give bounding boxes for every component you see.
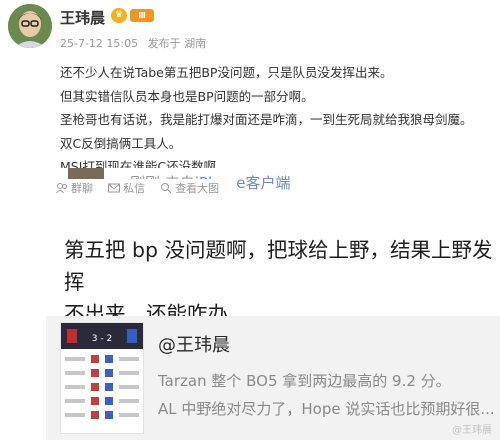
post-line: 圣枪哥也有话说，我是能打爆对面还是咋滴，一到生死局就给我狼母剑魔。 [60, 112, 473, 127]
quoted-thumbnail: 3 - 2 [60, 322, 144, 434]
post-line: 还不少人在说Tabe第五把BP没问题，只是队员没发挥出来。 [60, 65, 393, 80]
post-timestamp: 25-7-12 15:05 [60, 37, 139, 50]
post-location: 发布于 湖南 [147, 37, 207, 50]
watermark: @王玮晨 [452, 425, 492, 436]
magnify-icon [161, 183, 172, 194]
vip-crown-icon: ♛ [111, 8, 127, 23]
avatar[interactable] [8, 4, 52, 48]
group-chat-icon [56, 183, 67, 194]
dm-button[interactable]: 私信 [108, 180, 145, 196]
post-body: 还不少人在说Tabe第五把BP没问题，只是队员没发挥出来。 但其实错信队员本身也… [60, 64, 490, 182]
thumbnail-score: 3 - 2 [92, 334, 112, 344]
quoted-line: AL 中野绝对尽力了，Hope 说实话也比预期好很... [158, 400, 495, 418]
screenshot-text-line: 第五把 bp 没问题啊，把球给上野，结果上野发挥 [64, 238, 493, 294]
view-large-image-label: 查看大图 [175, 182, 220, 195]
level-badge-icon: Ⅲ [130, 9, 154, 22]
post-line: 双C反倒搞俩工具人。 [60, 135, 182, 151]
group-chat-label: 群聊 [71, 182, 93, 195]
embedded-screenshot[interactable]: 刚刚 来自iPhone客户端 第五把 bp 没问题啊，把球给上野，结果上野发挥 … [28, 168, 500, 440]
dm-label: 私信 [123, 182, 146, 195]
quoted-line: Tarzan 整个 BO5 拿到两边最高的 9.2 分。 [158, 372, 451, 390]
quoted-author[interactable]: @王玮晨 [158, 331, 230, 357]
quoted-post[interactable]: 3 - 2 @王玮晨 Tarzan 整个 BO5 拿到两边最高的 9.2 分。 … [46, 316, 500, 440]
mail-icon [108, 183, 121, 193]
author-name[interactable]: 王玮晨 [60, 7, 105, 28]
post-meta: 25-7-12 15:05 发布于 湖南 [60, 35, 212, 51]
view-large-image-button[interactable]: 查看大图 [160, 180, 219, 196]
post-action-bar: 群聊 私信 查看大图 [56, 179, 238, 201]
group-chat-button[interactable]: 群聊 [56, 180, 93, 196]
weibo-post: 王玮晨 ♛ Ⅲ 25-7-12 15:05 发布于 湖南 还不少人在说Tabe第… [0, 0, 500, 175]
post-line: 但其实错信队员本身也是BP问题的一部分啊。 [60, 88, 314, 104]
